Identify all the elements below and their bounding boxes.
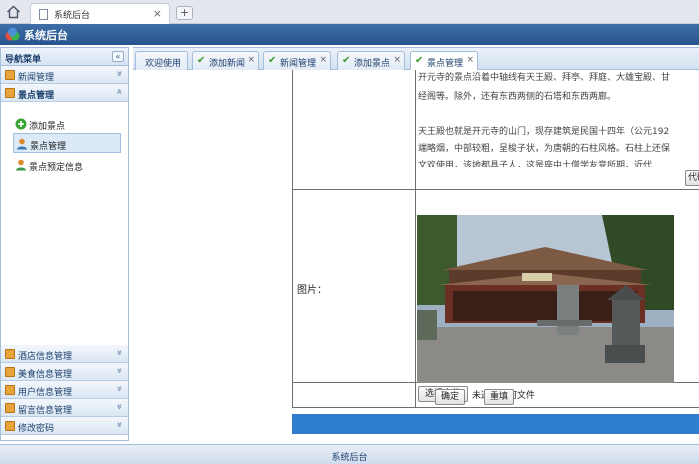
- content-line: 文欢使用，该地都具子人，这是座中土僧学友竞所期，近代: [418, 161, 653, 167]
- menu-group-messages[interactable]: 留言信息管理 »: [1, 399, 128, 417]
- menu-group-label: 留言信息管理: [18, 406, 73, 416]
- app-footer: 系统后台: [0, 444, 699, 464]
- code-view-button[interactable]: 代码: [685, 170, 699, 186]
- tab-close-icon[interactable]: ×: [319, 55, 327, 65]
- content-line: 开元寺的景点沿着中轴线有天王殿、拜亭、拜庭、大雄宝殿、甘: [418, 73, 671, 83]
- app-title: 系统后台: [24, 29, 68, 42]
- folder-icon: [5, 88, 15, 98]
- menu-group-news[interactable]: 新闻管理 »: [1, 66, 128, 84]
- folder-icon: [5, 367, 15, 377]
- check-icon: ✔: [268, 55, 277, 66]
- image-field-label: 图片：: [297, 285, 327, 296]
- tab-close-icon[interactable]: ×: [247, 55, 255, 65]
- tab-label: 添加景点: [354, 59, 391, 69]
- tab-add-news[interactable]: ✔ 添加新闻 ×: [192, 51, 259, 70]
- user-icon: [17, 138, 27, 150]
- browser-tab[interactable]: 系统后台 ×: [30, 3, 170, 24]
- chevron-up-icon: «: [113, 88, 125, 95]
- menu-group-label: 酒店信息管理: [18, 352, 73, 362]
- folder-icon: [5, 385, 15, 395]
- chevron-down-icon: »: [113, 70, 125, 77]
- chevron-down-icon: »: [113, 367, 125, 374]
- menu-group-users[interactable]: 用户信息管理 »: [1, 381, 128, 399]
- check-icon: ✔: [415, 55, 424, 66]
- sidebar-title: 导航菜单: [5, 55, 42, 65]
- sidebar-item-label: 添加景点: [29, 122, 66, 132]
- folder-icon: [5, 70, 15, 80]
- tab-label: 欢迎使用: [145, 59, 182, 69]
- browser-tab-close-icon[interactable]: ×: [153, 7, 162, 20]
- browser-tab-strip: 系统后台 × +: [0, 0, 699, 24]
- tab-close-icon[interactable]: ×: [393, 55, 401, 65]
- check-icon: ✔: [342, 55, 351, 66]
- main-panel: 欢迎使用 ✔ 添加新闻 × ✔ 新闻管理 × ✔ 添加景点 × ✔ 景点管理 ×: [133, 47, 699, 442]
- user-icon: [16, 159, 26, 171]
- attraction-photo: [417, 215, 674, 383]
- tab-label: 添加新闻: [209, 59, 246, 69]
- sidebar-item-label: 景点预定信息: [29, 163, 84, 173]
- folder-icon: [5, 403, 15, 413]
- menu-group-label: 景点管理: [18, 91, 55, 101]
- menu-group-label: 新闻管理: [18, 73, 55, 83]
- menu-group-food[interactable]: 美食信息管理 »: [1, 363, 128, 381]
- menu-group-password[interactable]: 修改密码 »: [1, 417, 128, 435]
- tab-label: 景点管理: [427, 59, 464, 69]
- sidebar-collapse-button[interactable]: «: [112, 51, 124, 62]
- folder-icon: [5, 421, 15, 431]
- chevron-down-icon: »: [113, 349, 125, 356]
- content-line: 端略烟，中部较粗，呈梭子状，为唐朝的石柱风格。石柱上还保: [418, 144, 671, 154]
- table-cell-label-empty: [292, 70, 416, 190]
- browser-tab-title: 系统后台: [54, 11, 91, 21]
- menu-group-hotel[interactable]: 酒店信息管理 »: [1, 345, 128, 363]
- sidebar-item-attraction-manage[interactable]: 景点管理: [13, 133, 121, 153]
- reset-button[interactable]: 重填: [484, 389, 514, 405]
- content-line: 天王殿也就是开元寺的山门，现存建筑是民国十四年（公元192: [418, 127, 670, 137]
- chevron-down-icon: »: [113, 421, 125, 428]
- content-text-area[interactable]: 开元寺的景点沿着中轴线有天王殿、拜亭、拜庭、大雄宝殿、甘 经阁等。除外，还有东西…: [416, 70, 699, 188]
- content-line: 经阁等。除外，还有东西两侧的石塔和东西两廊。: [418, 92, 617, 102]
- tab-label: 新闻管理: [280, 59, 317, 69]
- content-frame: 开元寺的景点沿着中轴线有天王殿、拜亭、拜庭、大雄宝殿、甘 经阁等。除外，还有东西…: [133, 70, 699, 442]
- chevron-down-icon: »: [113, 403, 125, 410]
- add-icon: [15, 118, 27, 130]
- chevron-down-icon: »: [113, 385, 125, 392]
- tab-attraction-manage[interactable]: ✔ 景点管理 ×: [410, 51, 478, 71]
- check-icon: ✔: [197, 55, 206, 66]
- menu-group-label: 美食信息管理: [18, 370, 73, 380]
- new-tab-button[interactable]: +: [176, 6, 193, 20]
- page-tab-bar: 欢迎使用 ✔ 添加新闻 × ✔ 新闻管理 × ✔ 添加景点 × ✔ 景点管理 ×: [133, 48, 699, 71]
- footer-text: 系统后台: [331, 453, 368, 463]
- menu-group-label: 修改密码: [18, 424, 55, 434]
- sidebar-item-attraction-booking[interactable]: 景点预定信息: [13, 155, 121, 175]
- home-icon[interactable]: [6, 5, 21, 19]
- content-bottom-bar: [292, 414, 699, 434]
- menu-group-label: 用户信息管理: [18, 388, 73, 398]
- sidebar-header: 导航菜单 «: [1, 48, 128, 66]
- tab-close-icon[interactable]: ×: [466, 55, 474, 65]
- tab-welcome[interactable]: 欢迎使用: [135, 51, 188, 70]
- page-icon: [39, 9, 48, 20]
- app-header: 系统后台: [0, 24, 699, 45]
- attractions-menu-body: 添加景点 景点管理 景点预定信息: [1, 102, 128, 345]
- sidebar-lower-groups: 酒店信息管理 » 美食信息管理 » 用户信息管理 » 留言信息管理 » 修改密码…: [1, 345, 128, 435]
- tab-news-manage[interactable]: ✔ 新闻管理 ×: [263, 51, 331, 70]
- sidebar-item-add-attraction[interactable]: 添加景点: [13, 114, 121, 134]
- confirm-button[interactable]: 确定: [435, 389, 465, 405]
- app-logo-icon: [5, 27, 20, 41]
- tab-add-attraction[interactable]: ✔ 添加景点 ×: [337, 51, 405, 70]
- folder-icon: [5, 349, 15, 359]
- menu-group-attractions[interactable]: 景点管理 «: [1, 84, 128, 102]
- table-cell-empty: [292, 382, 416, 408]
- sidebar-item-label: 景点管理: [30, 142, 67, 152]
- sidebar: 导航菜单 « 新闻管理 » 景点管理 « 添加景点 景点管理 景点预定信息 酒店…: [0, 47, 129, 441]
